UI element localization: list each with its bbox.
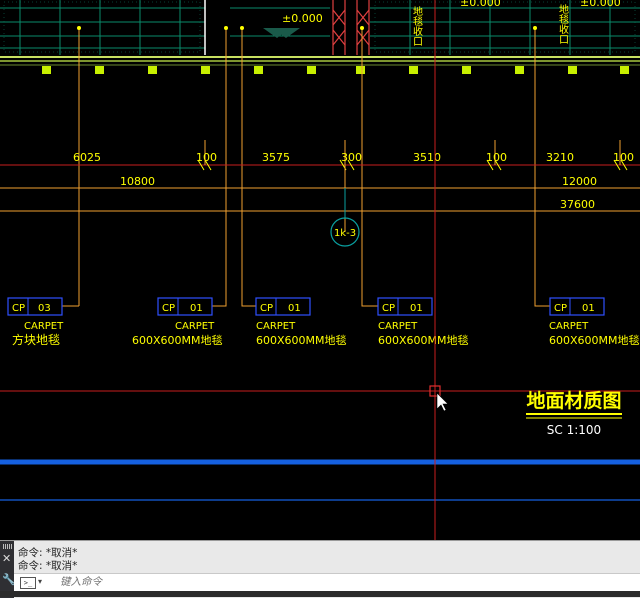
tag-2-code: CP [162,303,175,314]
material-tag-1[interactable]: CP 03 CARPET 方块地毯 [7,297,64,347]
material-tag-2[interactable]: CP 01 CARPET 600X600MM地毯 [132,297,223,347]
tag-3-type: CARPET [256,321,296,332]
command-input[interactable] [60,575,620,589]
tag-5-code: CP [554,303,567,314]
elevation-label-3: ±0.000 [580,0,621,9]
dim-3510: 3510 [413,151,441,164]
drawing-scale: SC 1:100 [547,423,601,437]
command-input-row[interactable]: >_ ▾ [14,573,640,592]
tag-2-desc: 600X600MM地毯 [132,333,223,347]
leader-lines [62,28,550,307]
dim-100-b: 100 [486,151,507,164]
dim-3210: 3210 [546,151,574,164]
drawing-title-block: 地面材质图 SC 1:100 [526,389,622,437]
mouse-cursor-icon [436,392,449,412]
dim-12000: 12000 [562,175,597,188]
tag-2-num: 01 [190,303,203,314]
tag-5-type: CARPET [549,321,589,332]
tag-5-desc: 600X600MM地毯 [549,333,640,347]
tag-5-num: 01 [582,303,595,314]
chevron-down-icon[interactable]: ▾ [38,577,42,586]
command-line-panel: ✕ 🔧 命令: *取消* 命令: *取消* >_ ▾ [0,540,640,598]
elevation-label-1: ±0.000 [282,12,323,25]
tag-1-type: CARPET [24,321,64,332]
status-strip [0,591,640,597]
command-panel-grip[interactable]: ✕ 🔧 [0,541,16,598]
elevation-label-2: ±0.000 [460,0,501,9]
dim-3575: 3575 [262,151,290,164]
drawing-canvas[interactable]: ±0.000 ±0.000 ±0.000 地毯收口 地毯收口 6025 100 … [0,0,640,540]
tag-4-num: 01 [410,303,423,314]
tag-4-type: CARPET [378,321,418,332]
tag-3-code: CP [260,303,273,314]
close-icon[interactable]: ✕ [2,553,11,564]
wall-label-1: 地毯收口 [411,5,423,46]
dim-300: 300 [341,151,362,164]
section-marker-label: 1k-3 [334,228,356,239]
material-tag-4[interactable]: CP 01 CARPET 600X600MM地毯 [377,297,469,347]
dim-100-c: 100 [613,151,634,164]
command-prompt-icon[interactable]: >_ [20,577,36,589]
tag-1-num: 03 [38,303,51,314]
tag-4-code: CP [382,303,395,314]
tag-4-desc: 600X600MM地毯 [378,333,469,347]
tag-1-code: CP [12,303,25,314]
cad-drawing[interactable]: ±0.000 ±0.000 ±0.000 地毯收口 地毯收口 6025 100 … [0,0,640,540]
dimension-row-2: 10800 12000 37600 [120,175,597,211]
elevation-strip: ±0.000 ±0.000 ±0.000 地毯收口 地毯收口 [0,0,640,74]
tag-1-desc: 方块地毯 [12,332,60,347]
grip-handle-icon[interactable] [3,544,12,549]
dim-10800: 10800 [120,175,155,188]
material-tag-3[interactable]: CP 01 CARPET 600X600MM地毯 [255,297,347,347]
tag-3-num: 01 [288,303,301,314]
tag-2-type: CARPET [175,321,215,332]
dim-37600: 37600 [560,198,595,211]
dim-6025: 6025 [73,151,101,164]
tag-3-desc: 600X600MM地毯 [256,333,347,347]
section-marker[interactable]: 1k-3 [330,188,360,247]
wall-label-2: 地毯收口 [557,3,569,44]
dimension-row-1: 6025 100 3575 300 3510 100 3210 100 [73,151,634,164]
dim-100-a: 100 [196,151,217,164]
material-tag-5[interactable]: CP 01 CARPET 600X600MM地毯 [549,297,640,347]
drawing-title: 地面材质图 [526,389,621,412]
command-history-line-2: 命令: *取消* [18,560,78,572]
